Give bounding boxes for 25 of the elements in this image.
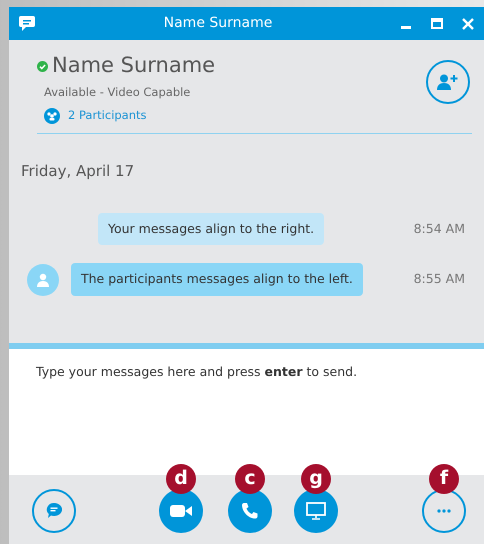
more-icon (437, 508, 451, 512)
sent-message: Your messages align to the right. (98, 212, 324, 246)
video-call-button[interactable] (159, 488, 203, 532)
compose-hint[interactable]: Type your messages here and press enter to send. (36, 364, 358, 378)
avatar (27, 264, 59, 296)
share-screen-button[interactable] (294, 488, 338, 532)
message-time: 8:54 AM (414, 220, 465, 238)
received-message: The participants messages align to the left. (71, 263, 363, 296)
date-heading: Friday, April 17 (21, 161, 136, 182)
add-person-button[interactable] (426, 60, 470, 104)
chat-button[interactable] (32, 488, 76, 532)
call-button[interactable] (228, 488, 272, 532)
monitor-icon (306, 502, 326, 520)
add-person-icon (437, 74, 459, 90)
group-icon (44, 108, 60, 124)
chat-bubble-icon (46, 503, 62, 518)
phone-icon (241, 502, 259, 520)
window-title: Name Surname (162, 14, 274, 33)
contact-name: Name Surname (52, 54, 216, 78)
chat-bubble-icon (19, 16, 35, 31)
video-camera-icon (170, 504, 192, 516)
contact-status: Available - Video Capable (44, 84, 192, 101)
close-icon[interactable] (462, 18, 474, 30)
maximize-icon[interactable] (431, 18, 443, 29)
message-time: 8:55 AM (414, 270, 465, 288)
